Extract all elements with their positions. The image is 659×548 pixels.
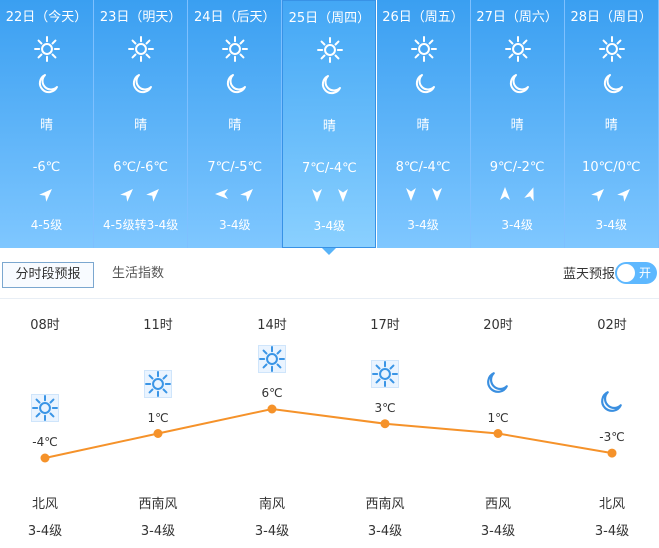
sun-icon [144, 369, 172, 398]
hour-label: 17时 [370, 318, 400, 333]
hour-label: 20时 [483, 318, 513, 333]
temperature-line-chart [40, 404, 617, 463]
wind-direction-label: 北风 [31, 497, 59, 512]
wind-direction-label: 西南风 [138, 497, 178, 512]
wind-direction-label: 北风 [598, 497, 626, 512]
sun-icon [31, 394, 59, 422]
temperature-label: 1℃ [147, 410, 169, 425]
wind-level-label: 3-4级 [367, 524, 403, 539]
temperature-label: -3℃ [599, 430, 625, 445]
wind-direction-label: 南风 [258, 497, 286, 512]
hour-label: 02时 [597, 318, 627, 333]
wind-level-label: 3-4级 [140, 524, 176, 539]
hour-label: 08时 [30, 318, 60, 333]
wind-direction-label: 西风 [484, 497, 512, 512]
temperature-point [607, 448, 617, 458]
hour-label: 11时 [143, 318, 173, 333]
temperature-point [493, 429, 503, 438]
temperature-label: 6℃ [261, 386, 283, 400]
wind-level-label: 3-4级 [27, 524, 63, 539]
temperature-point [267, 404, 277, 414]
wind-level-label: 3-4级 [254, 524, 290, 539]
moon-icon [598, 389, 626, 417]
wind-level-label: 3-4级 [594, 524, 630, 539]
temperature-label: 3℃ [374, 400, 396, 415]
wind-direction-label: 西南风 [365, 497, 405, 512]
sun-icon [258, 345, 286, 373]
sun-icon [371, 359, 399, 388]
temperature-line [44, 407, 613, 459]
moon-icon [484, 370, 512, 398]
temperature-point [153, 429, 163, 438]
temperature-label: 1℃ [487, 410, 509, 425]
temperature-label: -4℃ [32, 435, 58, 449]
temperature-point [380, 419, 390, 429]
hour-label: 14时 [257, 318, 287, 333]
temperature-point [40, 453, 50, 463]
wind-level-label: 3-4级 [480, 524, 516, 539]
